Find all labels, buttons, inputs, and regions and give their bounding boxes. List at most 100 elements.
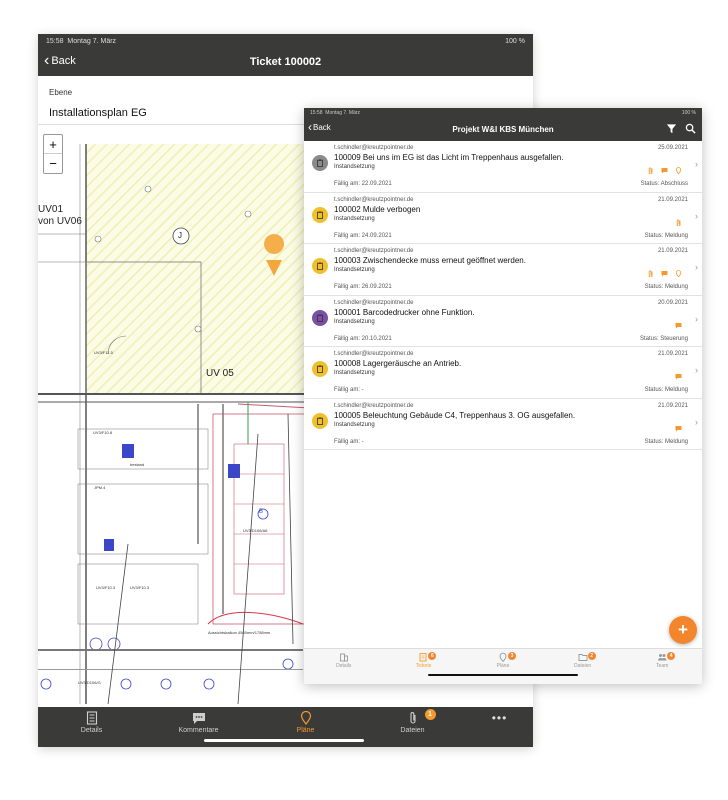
ticket-date: 20.09.2021 [657, 299, 688, 306]
svg-text:UV3/D106/A6: UV3/D106/A6 [243, 528, 268, 533]
back-button[interactable]: ‹ Back [308, 121, 331, 133]
page-title: Projekt W&I KBS München [452, 124, 554, 134]
clipboard-icon [317, 211, 323, 219]
zoom-in-button[interactable]: + [44, 135, 62, 154]
status-time: 15:58 [46, 37, 64, 45]
paperclip-icon [648, 270, 653, 277]
zoom-out-button[interactable]: − [44, 154, 62, 173]
project-screen: 15:58 Montag 7. März 100 % ‹ Back Projek… [304, 108, 702, 684]
tab-badge: 6 [428, 652, 437, 660]
ticket-status: Status: Steuerung [639, 335, 688, 342]
ticket-date: 21.09.2021 [657, 351, 688, 357]
tab-label: Pläne [296, 727, 315, 734]
ticket-due: Fällig am: 20.10.2021 [334, 335, 392, 342]
ticket-pin-icon[interactable] [264, 250, 284, 276]
status-time: 15:58 [310, 109, 323, 116]
chevron-right-icon: › [695, 416, 698, 427]
ticket-title: 100001 Barcodedrucker ohne Funktion. [334, 307, 475, 317]
ticket-status: Status: Meldung [644, 284, 688, 290]
status-bar: 15:58 Montag 7. März 100 % [304, 108, 702, 117]
svg-text:UV3/D106/G: UV3/D106/G [78, 680, 101, 685]
add-ticket-button[interactable]: + [669, 616, 697, 644]
ticket-markers [647, 167, 682, 174]
tab-label: Team [656, 663, 669, 669]
nav-bar: ‹ Back Projekt W&I KBS München [304, 117, 702, 141]
svg-text:UV3/F10.3: UV3/F10.3 [96, 585, 116, 590]
tab-dateien[interactable]: Dateien 1 [373, 709, 453, 734]
ticket-author: t.schindler@kreutzpointner.de [334, 402, 414, 409]
more-button[interactable]: ••• [480, 711, 520, 725]
ticket-markers [647, 270, 682, 277]
ticket-category: Instandsetzung [334, 164, 375, 170]
ticket-author: t.schindler@kreutzpointner.de [334, 299, 414, 306]
tab-details[interactable]: Details [52, 711, 132, 734]
ebene-select[interactable]: Installationsplan EG [49, 107, 147, 119]
tab-plaene[interactable]: Pläne [266, 711, 346, 734]
clipboard-icon [317, 417, 323, 425]
ticket-row[interactable]: t.schindler@kreutzpointner.de 25.09.2021… [304, 141, 702, 193]
pin-icon [300, 711, 311, 725]
tab-dateien[interactable]: Dateien 2 [553, 652, 613, 684]
chevron-right-icon: › [695, 313, 698, 324]
plan-label-uv05: UV 05 [206, 368, 234, 379]
comment-icon [675, 322, 682, 328]
ticket-title: 100003 Zwischendecke muss erneut geöffne… [334, 256, 526, 265]
paperclip-icon [676, 218, 681, 226]
pin-icon [675, 270, 682, 277]
ticket-markers [675, 425, 682, 432]
team-icon [658, 654, 667, 661]
tab-badge: 3 [507, 652, 516, 660]
ticket-markers [675, 218, 682, 226]
dateien-badge: 1 [424, 709, 436, 720]
tab-tickets[interactable]: Tickets 6 [393, 652, 453, 684]
ticket-status: Status: Meldung [644, 438, 688, 445]
plan-label-j: J [178, 231, 182, 240]
ticket-title: 100008 Lagergeräusche an Antrieb. [334, 359, 462, 368]
home-indicator [428, 674, 578, 676]
tab-plaene[interactable]: Pläne 3 [473, 652, 533, 684]
nav-tools [666, 123, 696, 134]
ticket-row[interactable]: t.schindler@kreutzpointner.de 21.09.2021… [304, 193, 702, 244]
ticket-category: Instandsetzung [334, 318, 375, 325]
ticket-row[interactable]: t.schindler@kreutzpointner.de 21.09.2021… [304, 347, 702, 399]
tab-details[interactable]: Details [314, 652, 374, 684]
page-title: Ticket 100002 [249, 56, 322, 68]
plan-label-bestand: bestand [130, 462, 145, 467]
comment-icon [661, 271, 668, 277]
ticket-row[interactable]: t.schindler@kreutzpointner.de 20.09.2021… [304, 296, 702, 347]
tab-team[interactable]: Team 4 [632, 652, 692, 684]
status-battery: 100 % [681, 109, 696, 116]
back-button[interactable]: ‹ Back [44, 52, 76, 69]
ticket-author: t.schindler@kreutzpointner.de [334, 196, 414, 203]
tab-badge: 4 [667, 652, 676, 660]
search-icon[interactable] [685, 123, 696, 134]
tab-label: Details [336, 663, 352, 669]
ticket-author: t.schindler@kreutzpointner.de [334, 248, 414, 254]
ticket-row[interactable]: t.schindler@kreutzpointner.de 21.09.2021… [304, 399, 702, 450]
tab-bar: Details Tickets 6 Pläne 3 Dateien 2 Team 4 [304, 648, 702, 684]
clipboard-icon [317, 365, 323, 373]
ticket-type-icon [312, 309, 328, 326]
ticket-row[interactable]: t.schindler@kreutzpointner.de 21.09.2021… [304, 244, 702, 296]
chevron-right-icon: › [695, 262, 698, 272]
plan-label-b: B [259, 509, 264, 515]
chevron-left-icon: ‹ [44, 52, 50, 69]
clipboard-icon [317, 262, 323, 270]
tab-kommentare[interactable]: Kommentare [159, 711, 239, 734]
tab-label: Details [80, 727, 103, 734]
back-label: Back [313, 122, 331, 132]
ticket-status: Status: Meldung [644, 387, 688, 393]
ticket-due: Fällig am: 24.09.2021 [334, 232, 392, 239]
ticket-list: t.schindler@kreutzpointner.de 25.09.2021… [304, 141, 702, 450]
ticket-date: 25.09.2021 [657, 145, 688, 151]
ticket-status: Status: Abschluss [640, 181, 688, 187]
zoom-control: + − [43, 134, 63, 174]
filter-icon[interactable] [666, 123, 677, 134]
clipboard-icon [317, 159, 323, 167]
comment-icon [661, 168, 668, 174]
folder-icon [578, 654, 588, 661]
ticket-category: Instandsetzung [334, 421, 375, 428]
chevron-right-icon: › [695, 365, 698, 375]
ticket-category: Instandsetzung [334, 215, 375, 222]
ticket-icon [419, 653, 427, 662]
